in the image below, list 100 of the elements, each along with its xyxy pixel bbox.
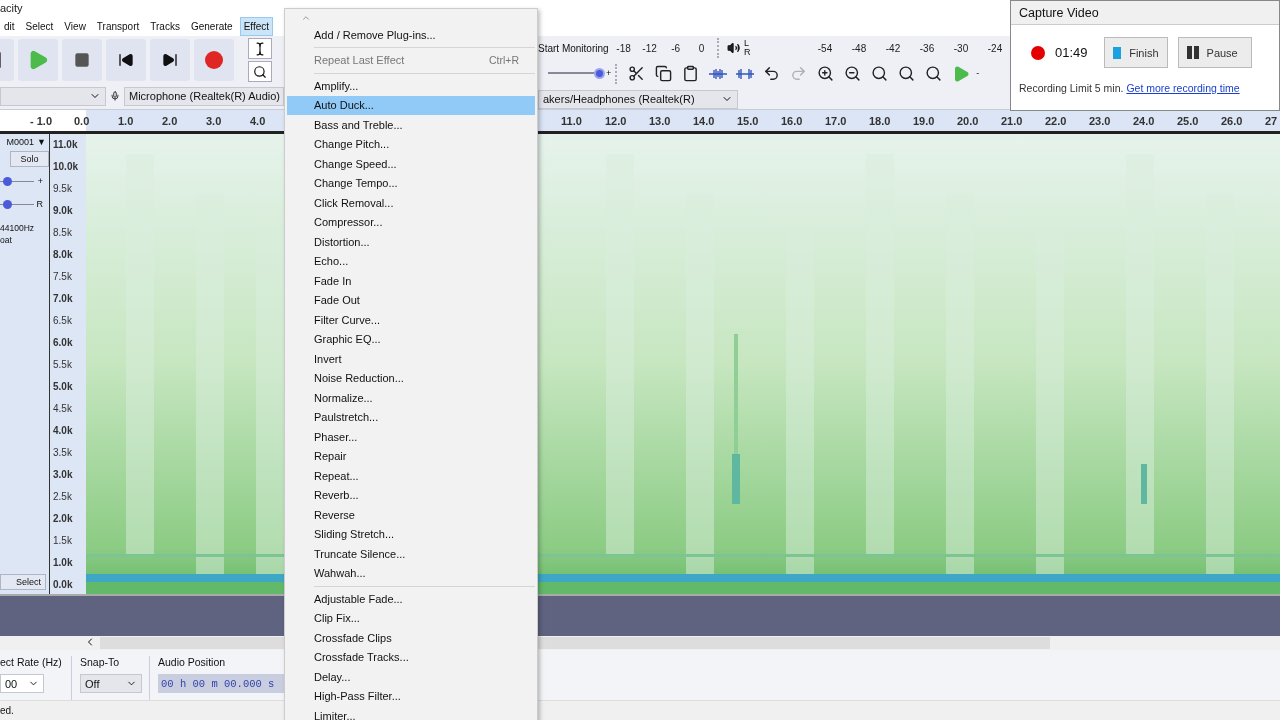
menu-item[interactable]: Clip Fix...: [287, 608, 535, 628]
pause-button[interactable]: Pause: [1177, 37, 1252, 68]
menu-item[interactable]: dit: [0, 16, 19, 36]
skip-start-icon: [118, 52, 134, 68]
plus-label: +: [37, 177, 43, 186]
slider-thumb[interactable]: [594, 68, 606, 80]
stop-icon: [74, 52, 90, 68]
menu-item[interactable]: Limiter...: [287, 706, 535, 720]
ruler-label: 16.0: [781, 114, 804, 127]
zoom-toggle-icon: [925, 65, 943, 83]
project-rate-dropdown[interactable]: 00: [0, 674, 44, 693]
menu-item[interactable]: Auto Duck...: [287, 95, 535, 115]
menu-item[interactable]: High-Pass Filter...: [287, 686, 535, 706]
menu-item[interactable]: Sliding Stretch...: [287, 524, 535, 544]
menu-item[interactable]: Change Tempo...: [287, 173, 535, 193]
menu-item[interactable]: Adjustable Fade...: [287, 589, 535, 609]
menu-item[interactable]: Compressor...: [287, 212, 535, 232]
menu-item[interactable]: Repeat...: [287, 466, 535, 486]
search-icon: [253, 64, 267, 79]
menu-item[interactable]: Change Speed...: [287, 154, 535, 174]
select-button[interactable]: Select: [0, 574, 46, 590]
window-title: acity: [0, 2, 23, 14]
ruler-label: 20.0: [957, 114, 980, 127]
ruler-label: 13.0: [649, 114, 672, 127]
menu-item[interactable]: Echo...: [287, 251, 535, 271]
meter-tick-label: -36: [918, 42, 936, 54]
menu-item[interactable]: Change Pitch...: [287, 134, 535, 154]
recording-device-dropdown[interactable]: Microphone (Realtek(R) Audio): [124, 86, 284, 106]
record-button[interactable]: [194, 39, 234, 81]
stop-button[interactable]: [62, 39, 102, 81]
audio-position-label: Audio Position: [158, 656, 227, 668]
playback-device-dropdown[interactable]: akers/Headphones (Realtek(R): [538, 89, 738, 109]
menu-item[interactable]: Delay...: [287, 667, 535, 687]
menu-item[interactable]: Fade In: [287, 271, 535, 291]
menu-item[interactable]: Noise Reduction...: [287, 368, 535, 388]
meter-tick-label: 0: [697, 42, 706, 54]
selection-tool-button[interactable]: [248, 38, 272, 59]
track-menu-arrow[interactable]: ▼: [37, 137, 46, 147]
zoom-tool-button[interactable]: [248, 61, 272, 82]
fit-selection-icon: [871, 65, 889, 83]
zoom-in-icon: [817, 65, 835, 83]
track-info: 44100Hz: [0, 223, 35, 233]
menu-item[interactable]: Paulstretch...: [287, 407, 535, 427]
meter-tick-label: -18: [615, 42, 632, 54]
meter-tick-label: -54: [816, 42, 834, 54]
menu-item[interactable]: Distortion...: [287, 232, 535, 252]
channel-label: L: [743, 39, 750, 48]
menu-item[interactable]: Transport: [92, 16, 144, 36]
menu-item[interactable]: Select: [21, 16, 58, 36]
meter-tick-label: -48: [850, 42, 868, 54]
menu-item[interactable]: Generate: [186, 16, 237, 36]
skip-to-start-button[interactable]: [106, 39, 146, 81]
menu-item[interactable]: Filter Curve...: [287, 310, 535, 330]
menu-item[interactable]: Bass and Treble...: [287, 115, 535, 135]
frequency-label: 8.0k: [53, 249, 74, 260]
menu-item[interactable]: Repair: [287, 446, 535, 466]
menu-item[interactable]: Crossfade Tracks...: [287, 647, 535, 667]
menu-item[interactable]: Click Removal...: [287, 193, 535, 213]
ruler-label: 3.0: [206, 114, 223, 127]
menu-item[interactable]: Graphic EQ...: [287, 329, 535, 349]
menu-item[interactable]: Normalize...: [287, 388, 535, 408]
snap-to-dropdown[interactable]: Off: [80, 674, 142, 693]
ruler-label: - 1.0: [30, 114, 53, 127]
trim-audio-icon: [708, 67, 727, 80]
snap-to-label: Snap-To: [80, 656, 121, 668]
meter-tick-label: -30: [952, 42, 970, 54]
menu-item[interactable]: Amplify...: [287, 76, 535, 96]
ruler-label: 1.0: [118, 114, 135, 127]
ruler-label: 26.0: [1221, 114, 1244, 127]
ruler-label: 14.0: [693, 114, 716, 127]
pan-label: R: [36, 200, 43, 209]
plus-label: +: [606, 69, 612, 79]
slider-thumb[interactable]: [2, 177, 12, 186]
menu-item[interactable]: Tracks: [146, 16, 184, 36]
menu-item[interactable]: Invert: [287, 349, 535, 369]
start-monitoring-button[interactable]: Start Monitoring: [538, 42, 609, 54]
more-time-link[interactable]: Get more recording time: [1126, 82, 1240, 94]
solo-button[interactable]: Solo: [10, 151, 49, 167]
menu-item[interactable]: Wahwah...: [287, 563, 535, 583]
recording-dot-icon: [1031, 45, 1045, 60]
paste-icon: [682, 65, 700, 83]
ruler-label: 11.0: [561, 114, 583, 127]
menu-item[interactable]: Effect: [239, 16, 273, 36]
track-name: M0001: [6, 137, 35, 147]
menu-item[interactable]: Add / Remove Plug-ins...: [287, 25, 535, 45]
menu-item[interactable]: Fade Out: [287, 290, 535, 310]
skip-to-end-button[interactable]: [150, 39, 190, 81]
menu-item[interactable]: View: [60, 16, 90, 36]
ruler-label: 22.0: [1045, 114, 1068, 127]
menu-item[interactable]: Reverb...: [287, 485, 535, 505]
slider-thumb[interactable]: [2, 200, 12, 209]
menu-item[interactable]: Truncate Silence...: [287, 544, 535, 564]
finish-button[interactable]: Finish: [1103, 37, 1168, 68]
menu-item[interactable]: Crossfade Clips: [287, 628, 535, 648]
menu-item[interactable]: Phaser...: [287, 427, 535, 447]
frequency-label: 5.5k: [53, 359, 73, 370]
window-title: Capture Video: [1019, 5, 1099, 20]
ruler-label: 24.0: [1133, 114, 1156, 127]
audio-position-field[interactable]: 00 h 00 m 00.000 s: [158, 674, 286, 693]
menu-item[interactable]: Reverse: [287, 505, 535, 525]
